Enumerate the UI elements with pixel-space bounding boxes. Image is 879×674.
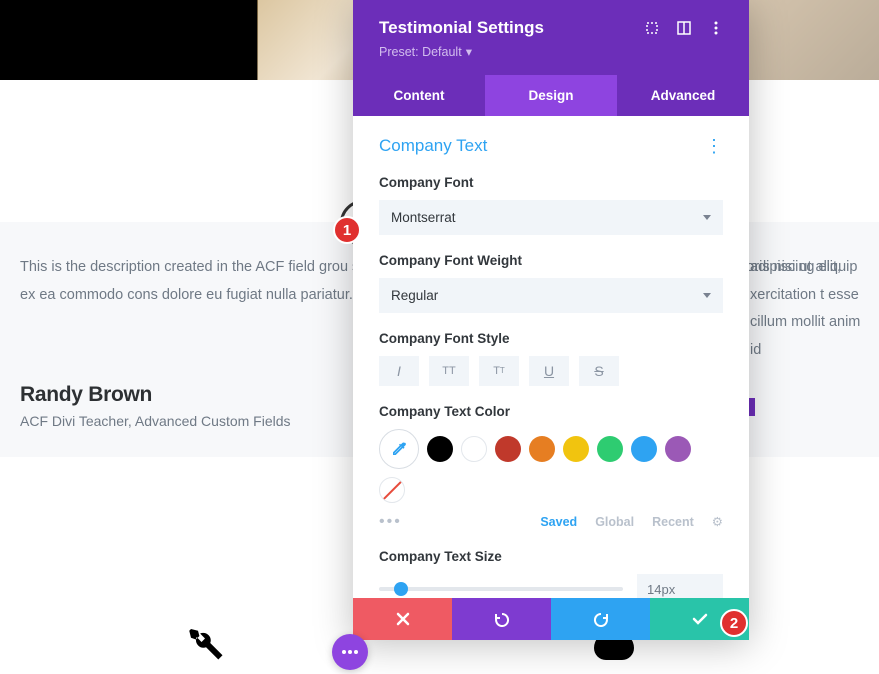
- swatch-green[interactable]: [597, 436, 623, 462]
- preset-dropdown[interactable]: Preset: Default ▾: [379, 44, 472, 59]
- cancel-button[interactable]: [353, 598, 452, 640]
- style-buttons: I TT TT U S: [379, 356, 723, 386]
- uppercase-button[interactable]: TT: [429, 356, 469, 386]
- expand-icon[interactable]: [645, 21, 659, 35]
- section-menu-icon[interactable]: ⋮: [705, 136, 723, 157]
- strikethrough-button[interactable]: S: [579, 356, 619, 386]
- weight-label: Company Font Weight: [379, 253, 723, 268]
- swatch-none[interactable]: [379, 477, 405, 503]
- undo-button[interactable]: [452, 598, 551, 640]
- panel-footer: [353, 598, 749, 640]
- color-more-icon[interactable]: •••: [379, 513, 402, 531]
- swatch-white[interactable]: [461, 436, 487, 462]
- settings-panel: Testimonial Settings Preset: Default ▾ C…: [353, 0, 749, 640]
- preset-label: Preset: Default: [379, 45, 462, 59]
- page-fab-menu[interactable]: [332, 634, 368, 670]
- swatch-purple[interactable]: [665, 436, 691, 462]
- size-input[interactable]: 14px: [637, 574, 723, 599]
- page-black-strip: [0, 0, 258, 80]
- size-label: Company Text Size: [379, 549, 723, 564]
- eyedropper-button[interactable]: [379, 429, 419, 469]
- row-drag-handle[interactable]: [749, 398, 755, 416]
- swatch-red[interactable]: [495, 436, 521, 462]
- slider-thumb[interactable]: [394, 582, 408, 596]
- font-label: Company Font: [379, 175, 723, 190]
- size-slider[interactable]: [379, 587, 623, 591]
- redo-button[interactable]: [551, 598, 650, 640]
- section-title[interactable]: Company Text: [379, 136, 487, 156]
- annotation-badge-1: 1: [333, 216, 361, 244]
- italic-button[interactable]: I: [379, 356, 419, 386]
- color-label: Company Text Color: [379, 404, 723, 419]
- tab-design[interactable]: Design: [485, 75, 617, 116]
- tab-content[interactable]: Content: [353, 75, 485, 116]
- smallcaps-button[interactable]: TT: [479, 356, 519, 386]
- color-swatches: [379, 429, 723, 503]
- swatch-orange[interactable]: [529, 436, 555, 462]
- swatch-black[interactable]: [427, 436, 453, 462]
- weight-select[interactable]: Regular: [379, 278, 723, 313]
- wrench-icon: [184, 622, 226, 674]
- columns-icon[interactable]: [677, 21, 691, 35]
- swatch-yellow[interactable]: [563, 436, 589, 462]
- color-tab-saved[interactable]: Saved: [540, 515, 577, 529]
- panel-tabs: Content Design Advanced: [353, 75, 749, 116]
- panel-title: Testimonial Settings: [379, 18, 544, 38]
- panel-body: Company Text ⋮ Company Font Montserrat C…: [353, 116, 749, 599]
- tab-advanced[interactable]: Advanced: [617, 75, 749, 116]
- style-label: Company Font Style: [379, 331, 723, 346]
- panel-header: Testimonial Settings Preset: Default ▾: [353, 0, 749, 75]
- kebab-menu-icon[interactable]: [709, 21, 723, 35]
- font-select[interactable]: Montserrat: [379, 200, 723, 235]
- annotation-badge-2: 2: [720, 609, 748, 637]
- chevron-down-icon: ▾: [466, 44, 472, 59]
- underline-button[interactable]: U: [529, 356, 569, 386]
- swatch-blue[interactable]: [631, 436, 657, 462]
- color-tab-global[interactable]: Global: [595, 515, 634, 529]
- color-settings-gear-icon[interactable]: ⚙: [712, 514, 723, 529]
- color-tab-recent[interactable]: Recent: [652, 515, 694, 529]
